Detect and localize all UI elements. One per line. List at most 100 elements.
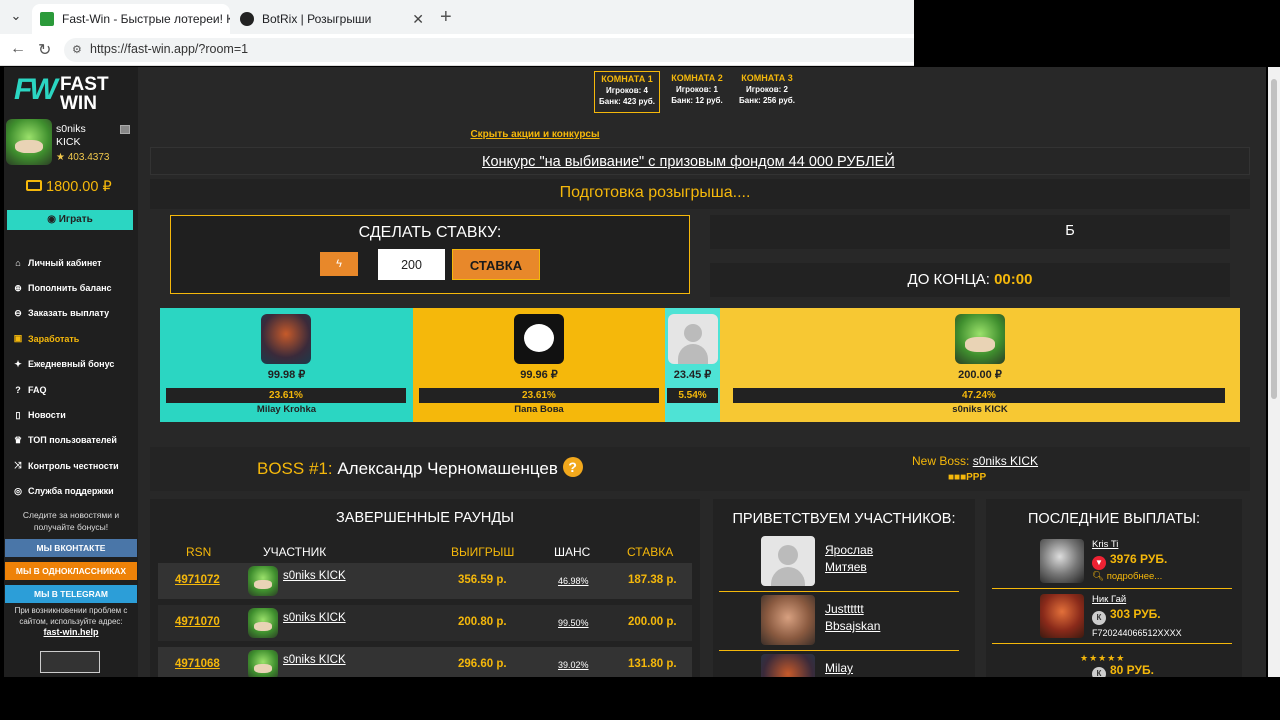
room-2-tab[interactable]: КОМНАТА 2 Игроков: 1 Банк: 12 руб. <box>664 71 730 113</box>
list-item[interactable]: Ник Гай К 303 РУБ. F720244066512XXXX <box>992 592 1232 644</box>
play-button[interactable]: ◉ Играть <box>7 210 133 230</box>
room-3-tab[interactable]: КОМНАТА 3 Игроков: 2 Банк: 256 руб. <box>734 71 800 113</box>
plus-icon: ⊕ <box>14 282 22 293</box>
sidebar-item-faq[interactable]: ? FAQ <box>12 377 138 402</box>
player-slot[interactable]: 200.00 ₽ 47.24% s0niks KICK <box>720 308 1240 422</box>
sidebar-item-earn[interactable]: ▣ Заработать <box>12 326 138 351</box>
room-1-tab[interactable]: КОМНАТА 1 Игроков: 4 Банк: 423 руб. <box>594 71 660 113</box>
payment-method-icon: К <box>1092 667 1106 677</box>
address-bar-row: ← ↻ ⚙ https://fast-win.app/?room=1 <box>0 34 924 66</box>
avatar <box>668 314 718 364</box>
sidebar-item-news[interactable]: ▯ Новости <box>12 402 138 427</box>
round-rsn-link[interactable]: 4971072 <box>175 574 220 586</box>
completed-rounds-panel: ЗАВЕРШЕННЫЕ РАУНДЫ RSN УЧАСТНИК ВЫИГРЫШ … <box>150 499 700 677</box>
site-info-icon[interactable]: ⚙ <box>72 43 82 56</box>
reload-icon[interactable]: ↻ <box>38 40 51 60</box>
profile-card-icon[interactable] <box>120 125 130 134</box>
bet-amount-input[interactable] <box>378 249 445 280</box>
tab-fast-win[interactable]: Fast-Win - Быстрые лотереи! Ком ✕ <box>32 4 230 34</box>
player-slot[interactable]: 99.98 ₽ 23.61% Milay Krohka <box>160 308 413 422</box>
sidebar-item-cabinet[interactable]: ⌂ Личный кабинет <box>12 250 138 275</box>
sidebar-item-deposit[interactable]: ⊕ Пополнить баланс <box>12 275 138 300</box>
welcome-user-name[interactable]: Ярослав Митяев <box>825 542 873 576</box>
list-item[interactable]: Justttttt Bbsajskan <box>719 593 959 651</box>
logo-mark-icon: FW <box>14 73 58 106</box>
welcome-user-name[interactable]: Milay <box>825 660 853 677</box>
boss-help-icon[interactable]: ? <box>562 457 583 477</box>
contest-banner-link[interactable]: Конкурс "на выбивание" с призовым фондом… <box>150 147 1250 175</box>
list-item[interactable]: Milay <box>719 652 959 677</box>
sidebar-item-daily-bonus[interactable]: ✦ Ежедневный бонус <box>12 352 138 377</box>
fast-win-logo[interactable]: FW FAST WIN <box>14 73 114 115</box>
news-note: Следите за новостями и получайте бонусы! <box>22 510 120 532</box>
round-player-link[interactable]: s0niks KICK <box>283 654 346 666</box>
payment-method-icon: ▼ <box>1092 556 1106 570</box>
col-player: УЧАСТНИК <box>263 545 327 559</box>
payout-user-link[interactable]: Ник Гай <box>1092 594 1126 605</box>
rounds-title: ЗАВЕРШЕННЫЕ РАУНДЫ <box>336 510 514 526</box>
tab-list-chevron-icon[interactable]: ⌄ <box>6 8 26 26</box>
page-scrollbar[interactable] <box>1268 67 1280 677</box>
sidebar-item-support[interactable]: ◎ Служба поддержки <box>12 479 138 504</box>
first-name: Justttttt <box>825 602 864 616</box>
ok-button[interactable]: МЫ В ОДНОКЛАССНИКАХ <box>5 562 137 580</box>
sidebar-item-top-users[interactable]: ♛ ТОП пользователей <box>12 428 138 453</box>
close-tab-icon[interactable]: ✕ <box>406 11 424 28</box>
gamepad-icon: ◉ <box>47 214 59 225</box>
new-boss-link[interactable]: s0niks KICK <box>973 454 1038 468</box>
player-slot[interactable]: 23.45 ₽ 5.54% <box>665 308 720 422</box>
player-bet: 200.00 ₽ <box>958 369 1002 381</box>
quick-bet-bolt-button[interactable]: ϟ <box>320 252 358 276</box>
timer-label: ДО КОНЦА: <box>907 271 990 288</box>
tab-botrix[interactable]: BotRix | Розыгрыши ✕ <box>232 4 432 34</box>
table-row[interactable]: 4971072 s0niks KICK 356.59 р. 46.98% 187… <box>158 563 692 599</box>
sidebar-item-fairness[interactable]: ⤨ Контроль честности <box>12 453 138 478</box>
sidebar-item-label: FAQ <box>28 384 47 395</box>
logo-text: FAST WIN <box>60 74 109 114</box>
site-container: FW FAST WIN s0niks KICK ★ 403.4373 1800.… <box>4 67 1266 677</box>
welcome-title: ПРИВЕТСТВУЕМ УЧАСТНИКОВ: <box>732 511 956 527</box>
list-item[interactable]: Kris Ti ▼ 3976 РУБ. 🔍︎ подробнее... <box>992 537 1232 589</box>
vk-button[interactable]: МЫ ВКОНТАКТЕ <box>5 539 137 557</box>
player-slot[interactable]: 99.96 ₽ 23.61% Папа Вова <box>413 308 665 422</box>
round-rsn-link[interactable]: 4971070 <box>175 616 220 628</box>
player-bet: 99.96 ₽ <box>520 369 558 381</box>
user-name-text: s0niks <box>56 123 86 135</box>
round-player-link[interactable]: s0niks KICK <box>283 612 346 624</box>
sidebar-item-withdraw[interactable]: ⊖ Заказать выплату <box>12 301 138 326</box>
sidebar-item-label: Пополнить баланс <box>28 283 112 294</box>
url-field[interactable]: ⚙ https://fast-win.app/?room=1 <box>64 38 924 62</box>
help-note: При возникновении проблем с сайтом, испо… <box>4 605 138 638</box>
room-title: КОМНАТА 1 <box>601 74 653 84</box>
help-link[interactable]: fast-win.help <box>43 627 98 637</box>
sidebar-item-label: Личный кабинет <box>28 257 102 268</box>
round-player-link[interactable]: s0niks KICK <box>283 570 346 582</box>
telegram-button[interactable]: МЫ В TELEGRAM <box>5 585 137 603</box>
payout-details-link[interactable]: 🔍︎ подробнее... <box>1092 571 1162 582</box>
avatar <box>1040 539 1084 583</box>
list-item[interactable]: К 80 РУБ. <box>992 663 1232 677</box>
counter-badge-icon[interactable] <box>40 651 100 673</box>
place-bet-button[interactable]: СТАВКА <box>452 249 540 280</box>
table-row[interactable]: 4971070 s0niks KICK 200.80 р. 99.50% 200… <box>158 605 692 641</box>
tab-title: BotRix | Розыгрыши <box>262 12 372 26</box>
welcome-user-name[interactable]: Justttttt Bbsajskan <box>825 601 880 635</box>
player-name: Папа Вова <box>514 404 564 415</box>
table-row[interactable]: 4971068 s0niks KICK 296.60 р. 39.02% 131… <box>158 647 692 677</box>
boss-banner: BOSS #1: Александр Черномашенцев ? New B… <box>150 447 1250 491</box>
list-item[interactable]: Ярослав Митяев <box>719 534 959 592</box>
player-chance: 23.61% <box>166 388 406 403</box>
hide-promos-link[interactable]: Скрыть акции и конкурсы <box>150 123 1250 147</box>
last-name: Митяев <box>825 560 867 574</box>
avatar <box>248 608 278 638</box>
round-rsn-link[interactable]: 4971068 <box>175 658 220 670</box>
sidebar-item-label: ТОП пользователей <box>28 435 117 446</box>
back-arrow-icon[interactable]: ← <box>10 40 26 58</box>
question-icon: ? <box>15 384 21 395</box>
round-win: 200.80 р. <box>458 616 507 628</box>
new-tab-plus-icon[interactable]: + <box>440 6 452 29</box>
scrollbar-thumb[interactable] <box>1271 79 1277 399</box>
col-win: ВЫИГРЫШ <box>451 545 515 559</box>
avatar[interactable] <box>6 119 52 165</box>
payout-user-link[interactable]: Kris Ti <box>1092 539 1118 550</box>
